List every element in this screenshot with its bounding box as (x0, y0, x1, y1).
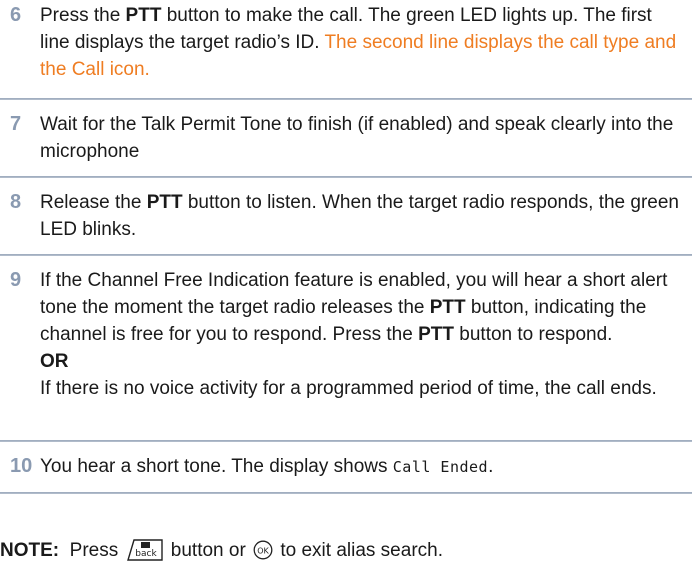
step-number: 8 (10, 191, 22, 213)
back-key-label: back (135, 549, 157, 559)
divider (0, 440, 692, 442)
step-text-run: . (488, 456, 494, 477)
note-text: Press (59, 540, 124, 561)
bold-term: PTT (418, 324, 454, 345)
step-text: You hear a short tone. The display shows… (40, 453, 684, 481)
ok-key-icon: OK (253, 540, 273, 560)
step-text: Wait for the Talk Permit Tone to finish … (40, 111, 684, 165)
step-text-run: button to respond. (454, 324, 613, 345)
divider (0, 254, 692, 256)
step-text-run: Release the (40, 192, 147, 213)
note-text-after: to exit alias search. (275, 540, 443, 561)
bold-term: PTT (125, 5, 162, 26)
step-text-run: Wait for the Talk Permit Tone to finish … (40, 114, 674, 162)
divider (0, 492, 692, 494)
bold-term: OR (40, 351, 69, 372)
step-number: 6 (10, 4, 22, 26)
step-text: Press the PTT button to make the call. T… (40, 2, 684, 83)
bold-term: PTT (429, 297, 466, 318)
step-number: 10 (10, 455, 33, 477)
ok-key-label: OK (257, 547, 269, 556)
step-text-run: You hear a short tone. The display shows (40, 456, 393, 477)
display-text: Call Ended (392, 458, 489, 476)
step-text: If the Channel Free Indication feature i… (40, 267, 684, 402)
bold-term: PTT (146, 192, 183, 213)
step-number: 7 (10, 113, 22, 135)
note-text-middle: button or (165, 540, 252, 561)
step-number: 9 (10, 269, 22, 291)
step-text: Release the PTT button to listen. When t… (40, 189, 684, 243)
divider (0, 176, 692, 178)
note-label: NOTE: (0, 540, 60, 561)
step-text-run: If there is no voice activity for a prog… (40, 378, 657, 399)
step-text-run: Press the (40, 5, 126, 26)
divider (0, 98, 692, 100)
back-key-icon: back (126, 539, 164, 561)
note: NOTE: Press back button or OK to exit al… (0, 537, 443, 564)
